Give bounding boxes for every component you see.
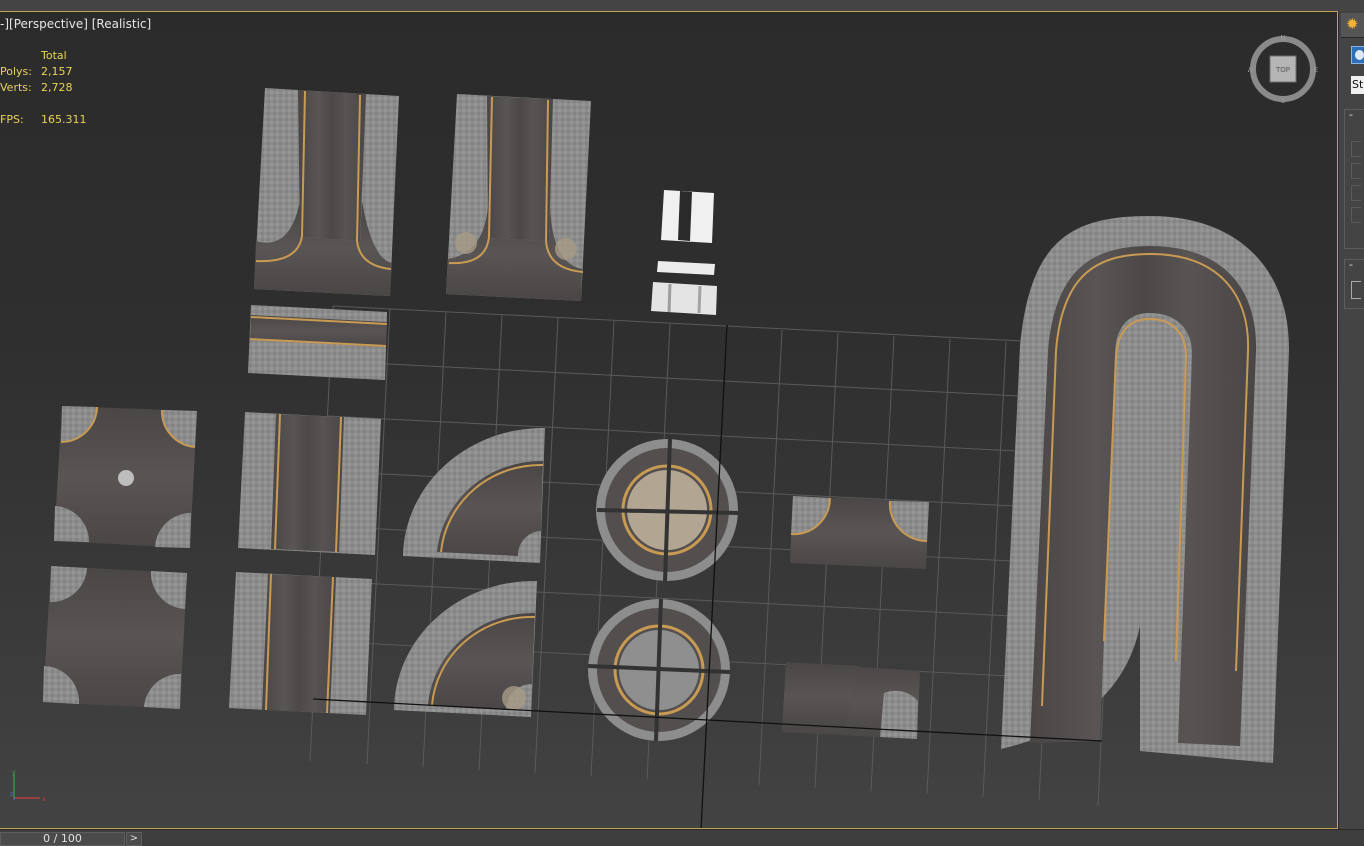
- create-tab[interactable]: ✹: [1341, 13, 1364, 38]
- scene-canvas[interactable]: [0, 12, 1338, 829]
- time-slider-bar: 0 / 100 >: [0, 829, 1364, 846]
- viewport-menu-button[interactable]: -: [0, 17, 4, 31]
- object-type-button[interactable]: [1351, 46, 1364, 64]
- axis-y-label: y: [12, 769, 16, 776]
- compass-n: N: [1280, 34, 1285, 42]
- verts-label: Verts:: [0, 81, 32, 94]
- object-name-field[interactable]: St: [1351, 76, 1364, 94]
- color-swatch[interactable]: [1351, 281, 1361, 299]
- rollout-slot-1[interactable]: [1351, 141, 1361, 157]
- road-tile-quarter-curve-2[interactable]: [394, 580, 537, 717]
- road-tile-merge-1[interactable]: [790, 496, 929, 569]
- fps-label: FPS:: [0, 113, 24, 126]
- viewcube-face-label: TOP: [1275, 66, 1290, 74]
- road-tile-quarter-curve-1[interactable]: [403, 427, 545, 563]
- menu-bar-strip: [0, 0, 1364, 11]
- rollout-slot-2[interactable]: [1351, 163, 1361, 179]
- road-tile-crossroad-2[interactable]: [43, 566, 187, 709]
- verts-value: 2,728: [41, 81, 73, 94]
- command-panel: ✹ St - -: [1338, 11, 1364, 829]
- compass-w: W: [1248, 66, 1254, 74]
- road-tile-crossroad-1[interactable]: [54, 406, 197, 548]
- road-tile-straight-vertical-2[interactable]: [229, 572, 372, 715]
- collapse-icon[interactable]: -: [1349, 108, 1353, 121]
- viewport-label[interactable]: -][Perspective] [Realistic]: [0, 17, 151, 31]
- fps-value: 165.311: [41, 113, 87, 126]
- stats-header: Total: [41, 49, 67, 62]
- decal-tiles[interactable]: [651, 190, 717, 315]
- axis-tripod-icon: x y z: [10, 769, 46, 803]
- road-tile-u-turn[interactable]: [1001, 216, 1290, 763]
- compass-e: E: [1314, 66, 1318, 74]
- collapse-icon[interactable]: -: [1349, 258, 1353, 271]
- polys-label: Polys:: [0, 65, 32, 78]
- world-axis-lines: [312, 324, 1103, 828]
- perspective-viewport[interactable]: -][Perspective] [Realistic] Total Polys:…: [0, 11, 1338, 829]
- road-tile-straight-vertical-1[interactable]: [238, 412, 381, 555]
- view-type-button[interactable]: Perspective: [14, 17, 84, 31]
- rollout-slot-3[interactable]: [1351, 185, 1361, 201]
- road-tile-t-junction-2[interactable]: [446, 94, 591, 301]
- compass-s: S: [1281, 97, 1286, 104]
- object-type-rollout: -: [1344, 108, 1364, 249]
- sun-light-icon: ✹: [1346, 15, 1359, 33]
- polys-value: 2,157: [41, 65, 73, 78]
- shading-mode-button[interactable]: Realistic: [96, 17, 146, 31]
- axis-x-label: x: [42, 796, 46, 803]
- road-tile-straight-horizontal[interactable]: [248, 305, 388, 380]
- road-tile-roundabout-1[interactable]: [596, 438, 739, 582]
- road-tile-t-junction-1[interactable]: [254, 88, 399, 296]
- rollout-slot-4[interactable]: [1351, 207, 1361, 223]
- axis-z-label: z: [10, 791, 13, 798]
- viewcube[interactable]: TOP N E S W: [1248, 34, 1318, 104]
